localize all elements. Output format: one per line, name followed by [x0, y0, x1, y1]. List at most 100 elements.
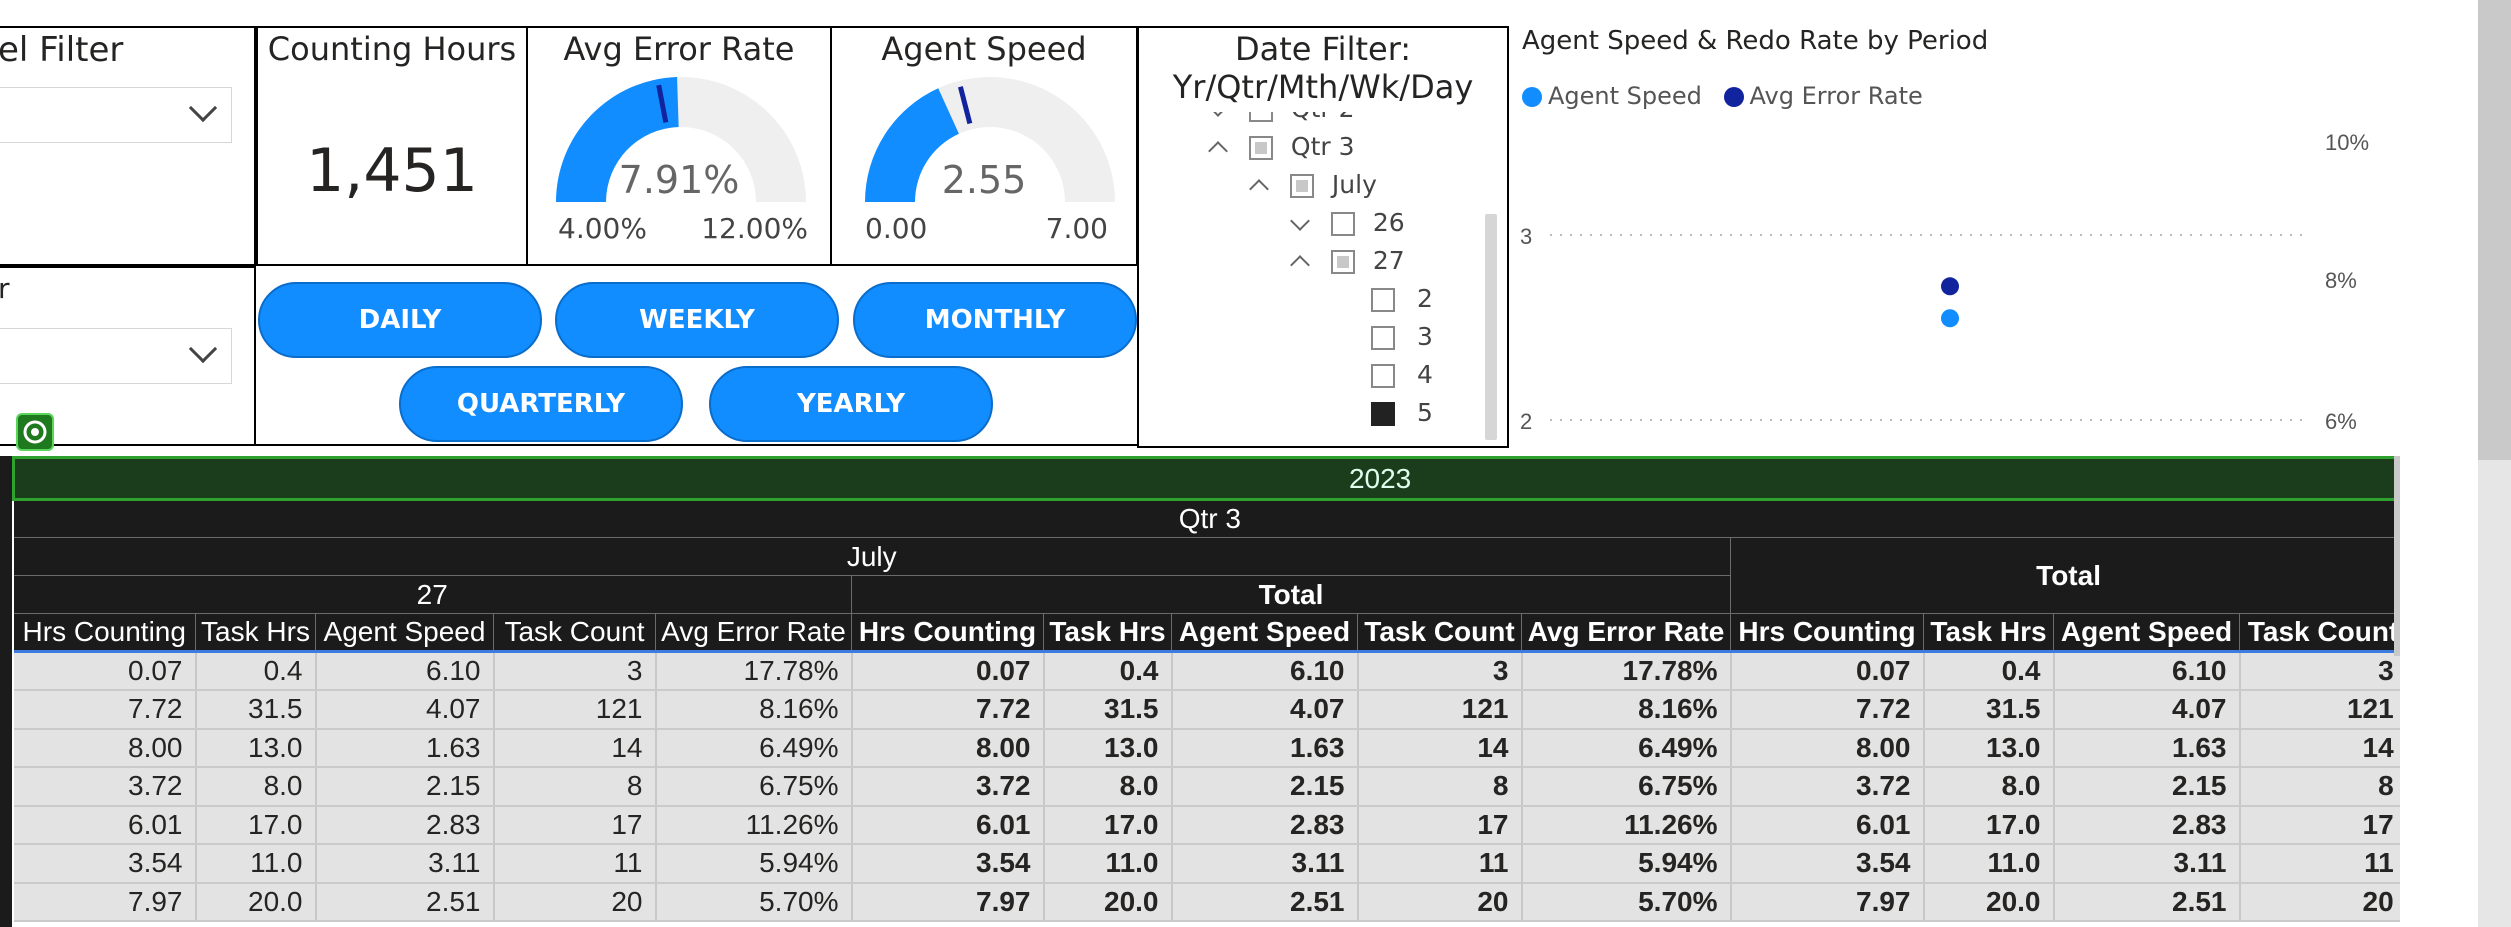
table-cell[interactable]: 8 [1357, 767, 1523, 807]
col-header[interactable]: Hrs Counting [13, 613, 196, 652]
col-header[interactable]: Avg Error Rate [655, 613, 852, 652]
point-avg-error-rate[interactable] [1941, 277, 1959, 296]
col-header[interactable]: Task Hrs [1923, 613, 2054, 652]
table-cell[interactable]: 3.72 [1730, 767, 1925, 807]
tree-item-july[interactable]: July [1249, 168, 1377, 202]
table-cell[interactable]: 0.07 [1730, 651, 1925, 691]
quarterly-button[interactable]: QUARTERLY [399, 366, 683, 442]
table-cell[interactable]: 20 [493, 882, 657, 922]
table-row[interactable]: 8.00 13.0 1.63 14 6.49% 8.00 13.0 1.63 14 6.49% 8.… [13, 728, 2400, 768]
table-cell[interactable]: 17.0 [195, 805, 317, 845]
table-cell[interactable]: 0.4 [195, 651, 317, 691]
table-cell[interactable]: 11.26% [655, 805, 853, 845]
checkbox[interactable] [1330, 250, 1355, 274]
table-cell[interactable]: 13.0 [195, 728, 317, 768]
table-cell[interactable]: 17.78% [655, 651, 853, 691]
col-header[interactable]: Hrs Counting [851, 613, 1044, 652]
table-cell[interactable]: 14 [1357, 728, 1523, 768]
table-cell[interactable]: 6.49% [655, 728, 853, 768]
table-cell[interactable]: 2.83 [2053, 805, 2241, 845]
tree-item-week-26[interactable]: 26 [1290, 206, 1405, 240]
tree-item-day-4[interactable]: 4 [1371, 358, 1433, 392]
table-cell[interactable]: 2.83 [1171, 805, 1359, 845]
table-cell[interactable]: 6.10 [1171, 651, 1359, 691]
table-cell[interactable]: 1.63 [2053, 728, 2241, 768]
table-cell[interactable]: 6.01 [851, 805, 1045, 845]
table-cell[interactable]: 20.0 [1043, 882, 1173, 922]
table-cell[interactable]: 2.51 [1171, 882, 1359, 922]
table-cell[interactable]: 17 [493, 805, 657, 845]
table-cell[interactable]: 0.4 [1923, 651, 2055, 691]
table-cell[interactable]: 4.07 [315, 690, 495, 730]
table-cell[interactable]: 3 [2239, 651, 2400, 691]
table-cell[interactable]: 121 [493, 690, 657, 730]
checkbox[interactable] [1371, 364, 1395, 388]
table-row[interactable]: 3.72 8.0 2.15 8 6.75% 3.72 8.0 2.15 8 6.75% 3.72 8.… [13, 767, 2400, 807]
table-cell[interactable]: 121 [2239, 690, 2400, 730]
page-scrollbar-thumb[interactable] [2478, 0, 2511, 460]
table-cell[interactable]: 3.54 [851, 844, 1045, 884]
table-cell[interactable]: 17.0 [1923, 805, 2055, 845]
point-agent-speed[interactable] [1941, 309, 1959, 328]
table-cell[interactable]: 6.01 [13, 805, 197, 845]
table-cell[interactable]: 2.15 [315, 767, 495, 807]
col-header[interactable]: Avg Error Rate [1521, 613, 1731, 652]
table-cell[interactable]: 2.83 [315, 805, 495, 845]
table-cell[interactable]: 7.97 [851, 882, 1045, 922]
table-cell[interactable]: 6.01 [1730, 805, 1925, 845]
table-row[interactable]: 3.54 11.0 3.11 11 5.94% 3.54 11.0 3.11 11 5.94% 3.… [13, 844, 2400, 884]
table-cell[interactable]: 3.11 [315, 844, 495, 884]
table-row[interactable]: 6.01 17.0 2.83 17 11.26% 6.01 17.0 2.83 17 11.26%… [13, 805, 2400, 845]
table-cell[interactable]: 11 [493, 844, 657, 884]
table-cell[interactable]: 0.07 [13, 651, 197, 691]
table-cell[interactable]: 5.70% [1521, 882, 1732, 922]
table-cell[interactable]: 8.00 [13, 728, 197, 768]
table-cell[interactable]: 8.00 [1730, 728, 1925, 768]
month-header[interactable]: July [13, 537, 1731, 576]
table-cell[interactable]: 6.75% [655, 767, 853, 807]
checkbox[interactable] [1330, 212, 1355, 236]
table-cell[interactable]: 3 [493, 651, 657, 691]
chevron-up-icon[interactable] [1208, 141, 1228, 161]
table-cell[interactable]: 8.0 [1923, 767, 2055, 807]
table-cell[interactable]: 11.0 [1923, 844, 2055, 884]
table-cell[interactable]: 0.4 [1043, 651, 1173, 691]
table-cell[interactable]: 4.07 [2053, 690, 2241, 730]
tree-item-day-3[interactable]: 3 [1371, 320, 1433, 354]
table-cell[interactable]: 5.94% [655, 844, 853, 884]
table-row[interactable]: 7.97 20.0 2.51 20 5.70% 7.97 20.0 2.51 20 5.70% 7.… [13, 882, 2400, 922]
table-cell[interactable]: 11.0 [1043, 844, 1173, 884]
slicer-dropdown[interactable] [0, 87, 232, 143]
table-cell[interactable]: 121 [1357, 690, 1523, 730]
table-cell[interactable]: 1.63 [315, 728, 495, 768]
tree-scrollbar[interactable] [1485, 214, 1497, 440]
table-cell[interactable]: 31.5 [1923, 690, 2055, 730]
table-cell[interactable]: 8.00 [851, 728, 1045, 768]
table-cell[interactable]: 8.0 [1043, 767, 1173, 807]
table-cell[interactable]: 20.0 [1923, 882, 2055, 922]
col-header[interactable]: Hrs Counting [1730, 613, 1924, 652]
table-cell[interactable]: 17 [1357, 805, 1523, 845]
table-cell[interactable]: 31.5 [1043, 690, 1173, 730]
table-cell[interactable]: 3.11 [1171, 844, 1359, 884]
table-cell[interactable]: 3.54 [1730, 844, 1925, 884]
slicer-dropdown-2[interactable] [0, 328, 232, 384]
table-cell[interactable]: 8.16% [655, 690, 853, 730]
week-header[interactable]: 27 [13, 575, 852, 614]
table-cell[interactable]: 0.07 [851, 651, 1045, 691]
chevron-up-icon[interactable] [1290, 255, 1310, 275]
table-cell[interactable]: 3 [1357, 651, 1523, 691]
table-cell[interactable]: 8.0 [195, 767, 317, 807]
table-cell[interactable]: 20 [2239, 882, 2400, 922]
tree-item-week-27[interactable]: 27 [1290, 244, 1405, 278]
col-header[interactable]: Agent Speed [1171, 613, 1358, 652]
table-cell[interactable]: 8 [493, 767, 657, 807]
table-cell[interactable]: 14 [2239, 728, 2400, 768]
checkbox[interactable] [1371, 326, 1395, 350]
table-cell[interactable]: 7.72 [851, 690, 1045, 730]
table-cell[interactable]: 11 [2239, 844, 2400, 884]
checkbox[interactable] [1371, 288, 1395, 312]
table-cell[interactable]: 7.72 [1730, 690, 1925, 730]
table-cell[interactable]: 31.5 [195, 690, 317, 730]
table-cell[interactable]: 7.97 [13, 882, 197, 922]
